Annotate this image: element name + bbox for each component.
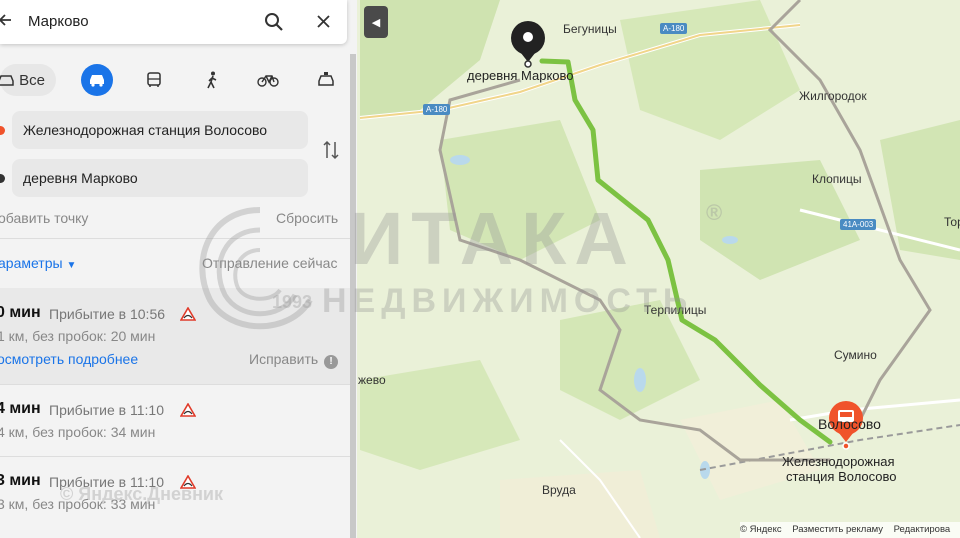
map-label-begunitsy: Бегуницы <box>563 22 617 36</box>
bicycle-icon <box>257 75 279 87</box>
close-icon[interactable] <box>316 14 331 29</box>
map-label-sumino: Сумино <box>834 348 877 362</box>
map-label-zhevo: жево <box>358 373 386 387</box>
report-issue-link[interactable]: Исправить ! <box>249 351 339 369</box>
route-arrival: Прибытие в 10:56 <box>49 306 166 322</box>
route-duration: 0 мин <box>0 304 41 321</box>
report-issue-label: Исправить <box>249 351 319 367</box>
mode-bus-button[interactable] <box>138 64 170 96</box>
parameters-dropdown[interactable]: араметры ▼ <box>0 255 76 271</box>
road-shield-a180: А-180 <box>660 23 688 34</box>
route-from-text: Железнодорожная станция Волосово <box>23 122 268 138</box>
taxi-icon <box>318 72 334 86</box>
back-arrow-icon[interactable] <box>0 13 12 27</box>
route-details-link[interactable]: осмотреть подробнее <box>0 351 138 367</box>
collapse-panel-button[interactable]: ◀ <box>364 6 388 38</box>
car-icon <box>0 75 14 86</box>
edit-link[interactable]: Редактирова <box>894 524 951 535</box>
watermark-sub: НЕДВИЖИМОСТЬ <box>322 282 694 320</box>
route-distance: 1 км, без пробок: 20 мин <box>0 328 156 344</box>
watermark-bottom: © Яндекс.Дневник <box>60 484 224 504</box>
mode-car-button[interactable] <box>81 64 113 96</box>
route-distance: 4 км, без пробок: 34 мин <box>0 424 156 440</box>
map-footer: © Яндекс Разместить рекламу Редактирова <box>740 522 960 538</box>
pedestrian-icon <box>207 71 217 89</box>
route-duration: 3 мин <box>0 472 41 489</box>
mode-all-label: Все <box>19 71 45 89</box>
route-from-field[interactable]: Железнодорожная станция Волосово <box>0 111 308 149</box>
car-icon <box>90 75 104 87</box>
search-box[interactable]: Марково <box>0 0 347 44</box>
lake <box>722 236 738 244</box>
watermark-brand: ИТАКА <box>350 197 636 280</box>
map-label-start: деревня Марково <box>467 68 574 83</box>
mode-walk-button[interactable] <box>196 64 228 96</box>
watermark-reg: ® <box>706 200 723 225</box>
mode-all-button[interactable]: Все <box>0 64 56 96</box>
exclamation-icon: ! <box>324 355 339 369</box>
map-label-tor: Тор <box>944 215 960 229</box>
swap-points-icon[interactable] <box>322 140 340 160</box>
bus-icon <box>147 72 161 87</box>
map-label-destination-line2: станция Волосово <box>786 469 897 484</box>
search-icon[interactable] <box>264 12 284 32</box>
advertise-link[interactable]: Разместить рекламу <box>792 524 883 535</box>
mode-bike-button[interactable] <box>252 64 284 96</box>
lake <box>450 155 470 165</box>
route-arrival: Прибытие в 11:10 <box>49 402 164 418</box>
route-to-text: деревня Марково <box>23 170 138 186</box>
map-label-klopitsy: Клопицы <box>812 172 862 186</box>
lake <box>634 368 646 392</box>
search-input[interactable]: Марково <box>28 13 89 30</box>
field-area <box>500 470 660 538</box>
route-to-field[interactable]: деревня Марково <box>0 159 308 197</box>
watermark-year: 1993 <box>272 292 313 312</box>
road-shield-41a003: 41А-003 <box>840 219 877 230</box>
map-label-volosovo: Волосово <box>818 416 881 432</box>
road-warning-icon <box>180 403 196 417</box>
triangle-left-icon: ◀ <box>371 16 381 29</box>
road-shield-a180: А-180 <box>423 104 451 115</box>
map-label-destination-line1: Железнодорожная <box>782 454 895 469</box>
to-point-dot <box>0 174 5 183</box>
parameters-label: араметры <box>0 255 63 271</box>
chevron-down-icon: ▼ <box>66 260 77 271</box>
route-option[interactable]: 4 мин Прибытие в 11:10 4 км, без пробок:… <box>0 384 350 456</box>
from-point-dot <box>0 126 5 135</box>
watermark-logo-icon <box>199 207 313 330</box>
add-point-link[interactable]: обавить точку <box>0 210 88 226</box>
map-label-vruda: Вруда <box>542 483 576 497</box>
copyright-link[interactable]: © Яндекс <box>740 524 782 535</box>
transport-mode-bar: Все <box>0 58 350 102</box>
route-duration: 4 мин <box>0 400 41 417</box>
map-label-zhilgorodok: Жилгородок <box>799 89 867 103</box>
mode-taxi-button[interactable] <box>310 64 342 96</box>
